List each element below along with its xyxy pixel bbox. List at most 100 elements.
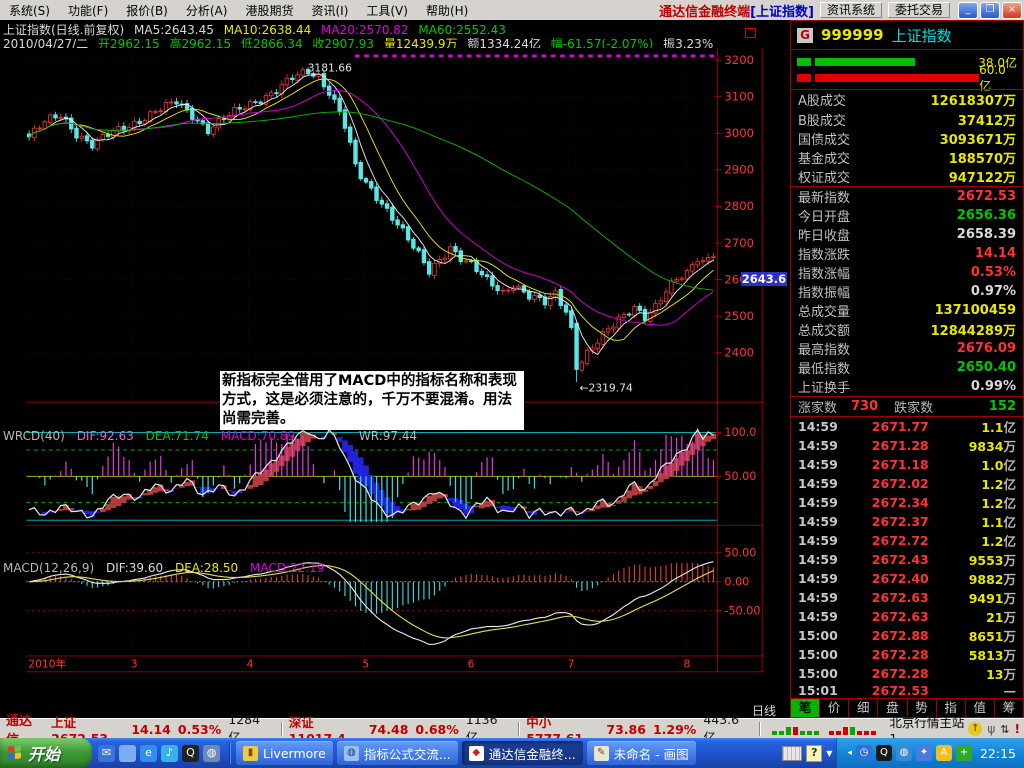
warning-icon[interactable]: A xyxy=(935,745,952,761)
tick-volume-number: 9553 xyxy=(968,553,1004,569)
heat-block xyxy=(786,727,792,735)
volume-row-label: 权证成交 xyxy=(798,170,851,186)
tick-row: 14:59 2671.77 1.1亿 xyxy=(791,417,1023,436)
trade-button[interactable]: 委托交易 xyxy=(887,2,950,18)
restore-button[interactable]: ❐ xyxy=(980,1,1000,19)
heat-block xyxy=(857,731,863,735)
menu-item-7[interactable]: 帮助(H) xyxy=(417,0,477,21)
tick-list[interactable]: 14:59 2671.77 1.1亿 14:59 2671.28 9834万 14:59 26… xyxy=(791,416,1023,698)
language-options-chevron-icon[interactable]: ▼ xyxy=(826,749,832,758)
start-button[interactable]: 开始 xyxy=(0,738,92,768)
tick-volume-number: 1.2 xyxy=(981,496,1004,512)
tick-volume: 1.1亿 xyxy=(981,417,1016,436)
chart-area[interactable]: 上证指数(日线.前复权) MA5:2643.45 MA10:2638.44 MA… xyxy=(0,20,790,718)
quote-row-label: 总成交额 xyxy=(798,323,851,339)
desktop-icon[interactable] xyxy=(119,744,136,762)
messenger-icon[interactable]: ✦ xyxy=(915,745,932,761)
menu-items: 系统(S) 功能(F) 报价(B) 分析(A) 港股期货 资讯(I) 工具(V) 帮助(H) xyxy=(0,0,477,21)
tick-volume-unit: 万 xyxy=(1003,439,1016,455)
close-button[interactable]: × xyxy=(1002,1,1022,19)
tick-volume: — xyxy=(1003,683,1017,699)
menu-item-3[interactable]: 分析(A) xyxy=(177,0,237,21)
svg-text:4: 4 xyxy=(247,658,254,671)
quote-row-value: 14.14 xyxy=(974,245,1016,261)
menu-item-5[interactable]: 资讯(I) xyxy=(302,0,357,21)
menu-item-1[interactable]: 功能(F) xyxy=(59,0,117,21)
tick-row: 14:59 2672.02 1.2亿 xyxy=(791,474,1023,493)
task-button-label: 指标公式交流... xyxy=(363,746,451,762)
menu-item-2[interactable]: 报价(B) xyxy=(117,0,177,21)
market-heat-blocks xyxy=(772,723,820,735)
task-button-globe[interactable]: ◍ 指标公式交流... xyxy=(336,741,458,765)
menu-item-4[interactable]: 港股期货 xyxy=(236,0,302,21)
stock-name[interactable]: 上证指数 xyxy=(892,25,952,46)
svg-text:7: 7 xyxy=(568,658,575,671)
tick-price: 2672.28 xyxy=(871,647,929,663)
quote-tab-值[interactable]: 值 xyxy=(964,699,994,717)
tick-volume: 1.0亿 xyxy=(981,455,1016,474)
history-icon[interactable]: ◷ xyxy=(855,745,872,761)
quote-tab-筹[interactable]: 筹 xyxy=(993,699,1023,717)
media-icon[interactable]: ♪ xyxy=(161,744,178,762)
task-button-label: Livermore xyxy=(263,745,326,761)
task-button-tdx[interactable]: ◆ 通达信金融终... xyxy=(461,741,583,765)
task-buttons: ▮ Livermore ◍ 指标公式交流... ◆ 通达信金融终... ✎ 未命名 - 画图 xyxy=(234,741,698,765)
heat-block xyxy=(871,731,877,735)
tick-volume-number: 1.1 xyxy=(981,515,1004,531)
tray-icons: ◷ Q ◍ ✦ A + xyxy=(855,745,972,761)
menu-item-0[interactable]: 系统(S) xyxy=(0,0,59,21)
qq-icon[interactable]: Q xyxy=(182,744,199,762)
tick-volume: 1.2亿 xyxy=(981,474,1016,493)
grade-badge: G xyxy=(797,27,813,43)
tray-collapse-chevron-icon[interactable]: ◂ xyxy=(847,748,852,758)
tick-price: 2672.43 xyxy=(871,552,929,568)
shield-icon[interactable]: + xyxy=(955,745,972,761)
mail-icon[interactable]: ✉ xyxy=(98,744,115,762)
taskbar-divider xyxy=(229,742,231,764)
volume-row-label: B股成交 xyxy=(798,113,846,129)
tick-price: 2672.88 xyxy=(871,628,929,644)
task-button-paint[interactable]: ✎ 未命名 - 画图 xyxy=(586,741,696,765)
money-flow-bars: 38.0亿 60.0亿 xyxy=(791,49,1023,93)
news-system-button[interactable]: 资讯系统 xyxy=(819,2,882,18)
svg-text:2900: 2900 xyxy=(724,163,754,177)
upload-status-icon[interactable]: ↑ xyxy=(968,722,983,736)
connection-antenna-icon[interactable]: ψ xyxy=(987,722,995,736)
heat-block xyxy=(772,731,778,735)
heat-block xyxy=(829,731,835,735)
svg-text:3181.66: 3181.66 xyxy=(308,62,353,75)
chart-annotation-note: 新指标完全借用了MACD中的指标名称和表现方式，这是必须注意的，千万不要混淆。用… xyxy=(220,371,524,430)
macd-name: MACD(12,26,9) xyxy=(3,561,95,575)
keyboard-icon[interactable] xyxy=(782,745,803,761)
flow-bar-segment xyxy=(797,74,811,83)
volume-row-label: A股成交 xyxy=(798,94,846,110)
tick-volume-unit: 万 xyxy=(1003,591,1016,607)
globe-icon[interactable]: ◍ xyxy=(203,744,220,762)
language-help-icon[interactable]: ? xyxy=(806,744,823,762)
panel-split-icon[interactable] xyxy=(745,28,756,38)
heat-block xyxy=(807,731,813,735)
stock-code[interactable]: 999999 xyxy=(821,26,884,44)
tick-time: 14:59 xyxy=(798,590,838,606)
quote-row-value: 0.99% xyxy=(970,378,1016,394)
quote-row-label: 指数振幅 xyxy=(798,285,851,301)
period-label[interactable]: 日线 xyxy=(752,702,776,719)
tick-volume-number: 5813 xyxy=(968,648,1004,664)
tick-volume: 8651万 xyxy=(969,626,1016,645)
globe-tray-icon[interactable]: ◍ xyxy=(895,745,912,761)
wrcd-name: WRCD(40) xyxy=(3,429,65,443)
language-bar: ? ▼ xyxy=(778,744,836,762)
tick-row: 14:59 2672.40 9882万 xyxy=(791,569,1023,588)
tick-volume-number: 1.1 xyxy=(981,420,1004,436)
task-button-folder[interactable]: ▮ Livermore xyxy=(236,741,333,765)
tick-price: 2672.34 xyxy=(871,495,929,511)
minimize-button[interactable]: _ xyxy=(958,1,978,19)
qq-tray-icon[interactable]: Q xyxy=(875,745,892,761)
macd-dea: DEA:28.50 xyxy=(174,561,239,575)
ie-icon[interactable]: e xyxy=(140,744,157,762)
tick-row: 14:59 2672.72 1.2亿 xyxy=(791,531,1023,550)
menu-item-6[interactable]: 工具(V) xyxy=(357,0,417,21)
heat-block xyxy=(836,731,842,735)
quote-row-value: 2650.40 xyxy=(956,359,1016,375)
quote-row: 上证换手 0.99% xyxy=(791,377,1023,396)
